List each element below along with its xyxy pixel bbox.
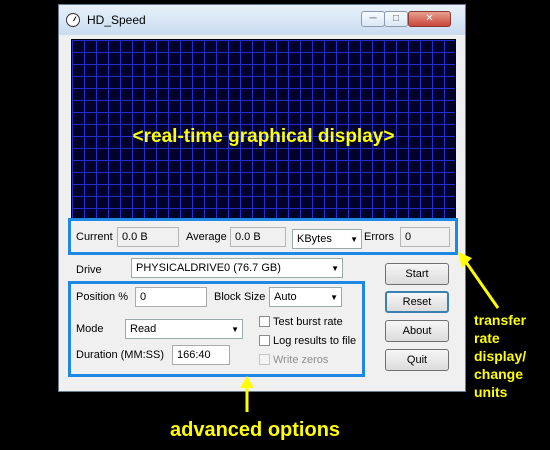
note-line: transfer — [474, 312, 527, 328]
note-line: rate — [474, 330, 500, 346]
annotation-arrows — [240, 252, 500, 412]
note-line: change — [474, 366, 524, 382]
note-line: display/ — [474, 348, 527, 364]
note-line: units — [474, 384, 508, 400]
transfer-rate-note: transfer rate display/ change units — [474, 311, 526, 401]
diag-arrow-line — [464, 261, 500, 309]
advanced-options-note: advanced options — [170, 419, 341, 441]
up-arrow-icon — [240, 376, 254, 388]
